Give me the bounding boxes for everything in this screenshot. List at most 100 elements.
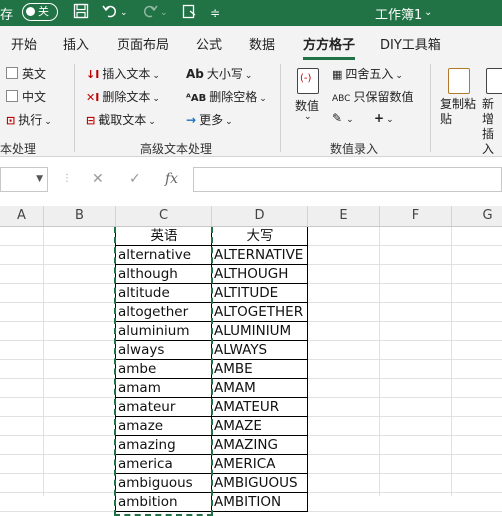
delete-text-icon: ✕I	[86, 91, 100, 104]
save-icon[interactable]	[73, 3, 89, 23]
chinese-label: 中文	[22, 90, 47, 104]
arrow-right-icon: →	[186, 113, 197, 127]
new-insert-button[interactable]: 新增插入	[482, 97, 502, 157]
copy-paste-button[interactable]: 复制粘贴	[440, 97, 482, 127]
more-button[interactable]: → 更多 ⌄	[186, 111, 233, 128]
round-label: 四舍五入	[345, 67, 394, 81]
english-option[interactable]: 英文	[6, 65, 46, 82]
keep-numeric-button[interactable]: ABC 只保留数值	[332, 88, 413, 105]
cell-uppercase[interactable]: AMBE	[212, 360, 308, 379]
plus-icon: +	[374, 111, 385, 125]
chevron-down-icon: ⌄	[44, 117, 52, 127]
english-label: 英文	[22, 67, 47, 81]
cell-uppercase[interactable]: ALTERNATIVE	[212, 246, 308, 265]
insert-function-icon[interactable]: fx	[165, 171, 178, 187]
tab-home[interactable]: 开始	[11, 34, 37, 53]
chevron-down-icon: ⌄	[346, 115, 354, 125]
clipboard-icon[interactable]	[181, 3, 197, 23]
cell-uppercase[interactable]: ALTHOUGH	[212, 265, 308, 284]
toggle-knob	[26, 7, 35, 16]
name-box[interactable]: ▼	[0, 167, 48, 192]
column-header-e[interactable]: E	[308, 206, 380, 226]
numeric-icon[interactable]: (-)	[297, 68, 319, 94]
round-icon: ▦	[332, 68, 343, 81]
copy-selection-marquee	[114, 227, 213, 516]
group-divider	[280, 64, 281, 152]
add-button[interactable]: + ⌄	[374, 111, 394, 125]
tab-diy-toolbox[interactable]: DIY工具箱	[380, 34, 441, 53]
tab-page-layout[interactable]: 页面布局	[117, 34, 169, 53]
insert-text-button[interactable]: ↓I 插入文本 ⌄	[86, 65, 160, 82]
group-label-numeric-entry: 数值录入	[330, 142, 379, 156]
customize-toolbar-icon[interactable]: ≑	[210, 6, 220, 20]
undo-icon[interactable]	[102, 3, 118, 23]
column-header-a[interactable]: A	[0, 206, 44, 226]
confirm-icon[interactable]: ✓	[129, 171, 141, 187]
autosave-toggle[interactable]: 关	[22, 3, 58, 21]
chevron-down-icon: ⌄	[225, 117, 233, 127]
cell-uppercase[interactable]: ALTOGETHER	[212, 303, 308, 322]
ribbon-tabs: 开始 插入 页面布局 公式 数据 方方格子 DIY工具箱	[0, 26, 502, 60]
english-checkbox[interactable]	[6, 67, 18, 79]
group-divider	[430, 64, 431, 152]
tab-fangfangezi[interactable]: 方方格子	[303, 34, 355, 53]
more-label: 更多	[199, 113, 224, 127]
group-label-advanced-text: 高级文本处理	[140, 142, 213, 156]
gridline-vertical	[379, 227, 380, 496]
table-border-vertical	[307, 227, 308, 512]
delete-space-button[interactable]: ᴬAB 删除空格 ⌄	[186, 88, 267, 105]
column-header-g[interactable]: G	[452, 206, 502, 226]
ribbon: 英文 中文 ⊡ 执行 ⌄ 本处理 ↓I 插入文本 ⌄ ✕I 删除文本 ⌄ ⊟ 截取文本 ⌄ Ab…	[0, 60, 502, 157]
chevron-down-icon: ⌄	[244, 71, 253, 81]
gridline-vertical	[43, 227, 44, 496]
header-cell-uppercase[interactable]: 大写	[212, 227, 308, 246]
execute-button[interactable]: ⊡ 执行 ⌄	[6, 111, 52, 128]
execute-icon: ⊡	[6, 114, 16, 127]
redo-dropdown-icon: ⌄	[160, 8, 168, 18]
column-header-c[interactable]: C	[116, 206, 212, 226]
case-button[interactable]: Ab 大小写 ⌄	[186, 65, 252, 82]
tab-formulas[interactable]: 公式	[196, 34, 222, 53]
case-icon: Ab	[186, 67, 204, 81]
chevron-down-icon[interactable]: ⌄	[304, 112, 312, 122]
title-bar: 存 关 ⌄ ⌄ ≑ 工作簿1 ⌄	[0, 0, 502, 26]
tab-data[interactable]: 数据	[249, 34, 275, 53]
chevron-down-icon: ⌄	[152, 71, 160, 81]
chinese-checkbox[interactable]	[6, 90, 18, 102]
title-dropdown-icon[interactable]: ⌄	[424, 7, 432, 18]
tab-insert[interactable]: 插入	[63, 34, 89, 53]
chinese-option[interactable]: 中文	[6, 88, 46, 105]
chevron-down-icon: ⌄	[148, 117, 156, 127]
round-button[interactable]: ▦ 四舍五入 ⌄	[332, 65, 403, 82]
copy-paste-icon[interactable]	[448, 68, 470, 94]
column-header-b[interactable]: B	[44, 206, 116, 226]
cell-uppercase[interactable]: ALWAYS	[212, 341, 308, 360]
formula-input[interactable]	[193, 167, 502, 192]
insert-text-label: 插入文本	[102, 67, 151, 81]
column-header-d[interactable]: D	[212, 206, 308, 226]
cell-uppercase[interactable]: AMERICA	[212, 455, 308, 474]
cell-uppercase[interactable]: AMAM	[212, 379, 308, 398]
autosave-label: 存	[0, 8, 14, 23]
column-header-f[interactable]: F	[380, 206, 452, 226]
cell-uppercase[interactable]: AMAZE	[212, 417, 308, 436]
chevron-down-icon: ⌄	[259, 94, 267, 104]
cell-uppercase[interactable]: AMAZING	[212, 436, 308, 455]
cut-text-label: 截取文本	[98, 113, 147, 127]
delete-space-icon: ᴬAB	[186, 93, 207, 104]
worksheet-grid[interactable]: 英语 大写 alternative ALTERNATIVE although ALTHOU…	[0, 227, 502, 516]
new-insert-icon[interactable]	[486, 68, 502, 94]
workbook-title: 工作簿1	[375, 8, 423, 23]
undo-dropdown-icon[interactable]: ⌄	[120, 8, 128, 18]
cell-uppercase[interactable]: AMBIGUOUS	[212, 474, 308, 493]
cut-text-button[interactable]: ⊟ 截取文本 ⌄	[86, 111, 156, 128]
delete-text-button[interactable]: ✕I 删除文本 ⌄	[86, 88, 160, 105]
edit-icon: ✎	[332, 111, 343, 125]
cell-uppercase[interactable]: ALTITUDE	[212, 284, 308, 303]
cancel-icon[interactable]: ✕	[92, 171, 104, 187]
cell-uppercase[interactable]: AMATEUR	[212, 398, 308, 417]
cell-uppercase[interactable]: ALUMINIUM	[212, 322, 308, 341]
more-dots-icon: ⋮	[62, 173, 72, 184]
edit-button[interactable]: ✎ ⌄	[332, 111, 354, 125]
abc-icon: ABC	[332, 94, 351, 104]
